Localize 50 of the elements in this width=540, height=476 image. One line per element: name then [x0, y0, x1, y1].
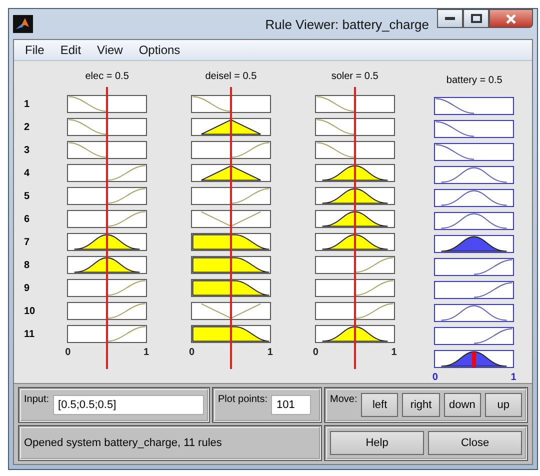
- rule-number: 7: [24, 236, 31, 250]
- rule-number: 3: [24, 144, 31, 158]
- move-button[interactable]: up: [484, 393, 522, 417]
- maximize-icon: [470, 14, 482, 23]
- app-logo-icon: [13, 15, 33, 33]
- axis-tick: 1: [391, 347, 397, 358]
- output-value-label: battery = 0.5: [446, 74, 502, 88]
- rule-number: 2: [24, 120, 31, 134]
- move-button[interactable]: down: [444, 393, 481, 417]
- rule-number: 5: [24, 190, 31, 204]
- axis-tick: 0: [312, 347, 318, 358]
- axis-tick: 1: [267, 347, 273, 358]
- input-line[interactable]: [106, 87, 108, 369]
- axis-tick: 0: [65, 347, 71, 358]
- input-value-label: deisel = 0.5: [205, 71, 257, 84]
- close-button[interactable]: [489, 9, 533, 28]
- input-value-label: elec = 0.5: [85, 71, 129, 84]
- plot-points-field[interactable]: 101: [271, 395, 312, 415]
- input-line[interactable]: [230, 87, 232, 369]
- menu-item[interactable]: Edit: [55, 41, 86, 59]
- window-title: Rule Viewer: battery_charge: [265, 16, 429, 32]
- plot-points-label: Plot points:: [218, 394, 268, 405]
- input-field[interactable]: [0.5;0.5;0.5]: [53, 395, 204, 415]
- axis-tick: 1: [510, 372, 516, 383]
- dialog-button[interactable]: Close: [428, 431, 522, 455]
- input-line[interactable]: [354, 87, 356, 369]
- rule-number: 8: [24, 258, 31, 272]
- minimize-button[interactable]: [437, 9, 463, 28]
- dialog-button[interactable]: Help: [330, 431, 424, 455]
- minimize-icon: [445, 16, 455, 20]
- move-button[interactable]: left: [361, 393, 398, 417]
- menu-item[interactable]: Options: [134, 41, 186, 59]
- input-label: Input:: [24, 394, 50, 405]
- axis-tick: 0: [188, 347, 194, 358]
- status-message: Opened system battery_charge, 11 rules: [24, 437, 222, 449]
- rule-number: 1: [24, 98, 31, 112]
- rule-number: 9: [24, 282, 31, 296]
- rule-number: 4: [24, 166, 31, 180]
- menu-item[interactable]: File: [20, 41, 50, 59]
- axis-tick: 1: [144, 347, 150, 358]
- input-value-label: soler = 0.5: [331, 71, 378, 84]
- maximize-button[interactable]: [463, 9, 489, 28]
- rule-number: 11: [24, 328, 36, 342]
- move-button[interactable]: right: [402, 393, 440, 417]
- move-label: Move:: [330, 394, 358, 405]
- rule-number: 10: [24, 304, 36, 318]
- menu-item[interactable]: View: [92, 41, 128, 59]
- rule-number: 6: [24, 212, 31, 226]
- close-icon: [506, 14, 516, 24]
- axis-tick: 0: [432, 372, 438, 383]
